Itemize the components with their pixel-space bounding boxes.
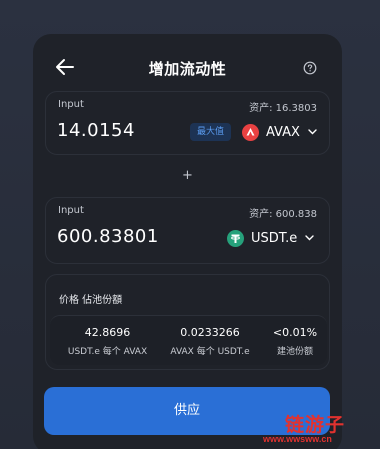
add-liquidity-card: 增加流动性 Input 资产: 16.3803 14.0154 最大值 AVAX…	[33, 34, 342, 449]
input-label: Input	[58, 205, 84, 216]
chevron-down-icon	[308, 129, 317, 135]
max-button[interactable]: 最大值	[190, 123, 231, 141]
amount-input[interactable]: 600.83801	[57, 226, 159, 247]
token-name: USDT.e	[251, 230, 298, 246]
stat-value: 42.8696	[84, 326, 131, 339]
token-selector-avax[interactable]: AVAX	[242, 121, 317, 143]
stat-value: 0.0233266	[180, 326, 240, 339]
watermark: 链游子 www.wwsww.cn	[263, 410, 378, 446]
question-circle-icon[interactable]	[303, 61, 317, 75]
stat-value: <0.01%	[272, 326, 318, 339]
stat-avax-per-usdt: 0.0233266 AVAX 每个 USDT.e	[155, 326, 265, 357]
stat-label: AVAX 每个 USDT.e	[170, 347, 250, 357]
token-selector-usdt[interactable]: USDT.e	[227, 227, 315, 249]
amount-input[interactable]: 14.0154	[57, 120, 135, 141]
watermark-logo: 链游子	[285, 414, 346, 436]
token-name: AVAX	[266, 124, 300, 140]
page-title: 增加流动性	[148, 60, 227, 78]
price-and-pool-share: 价格 佔池份額 42.8696 USDT.e 每个 AVAX 0.0233266…	[45, 274, 330, 370]
header: 增加流动性	[33, 34, 342, 98]
stat-label: USDT.e 每个 AVAX	[67, 347, 148, 357]
chevron-down-icon	[305, 235, 315, 241]
plus-icon: +	[182, 168, 193, 183]
balance-text: 资产: 16.3803	[249, 103, 317, 114]
tether-icon	[227, 229, 244, 247]
stat-label: 建池份额	[276, 347, 313, 357]
stat-pool-share: <0.01% 建池份额	[265, 326, 325, 357]
balance-text: 资产: 600.838	[249, 209, 317, 220]
price-title: 价格 佔池份額	[59, 295, 123, 306]
input-panel-avax: Input 资产: 16.3803 14.0154 最大值 AVAX	[45, 91, 330, 155]
avalanche-icon	[242, 123, 259, 141]
input-panel-usdt: Input 资产: 600.838 600.83801 USDT.e	[45, 197, 330, 264]
price-stats: 42.8696 USDT.e 每个 AVAX 0.0233266 AVAX 每个…	[50, 315, 327, 365]
stat-usdt-per-avax: 42.8696 USDT.e 每个 AVAX	[60, 326, 155, 357]
watermark-url: www.wwsww.cn	[263, 434, 332, 444]
input-label: Input	[58, 99, 84, 110]
